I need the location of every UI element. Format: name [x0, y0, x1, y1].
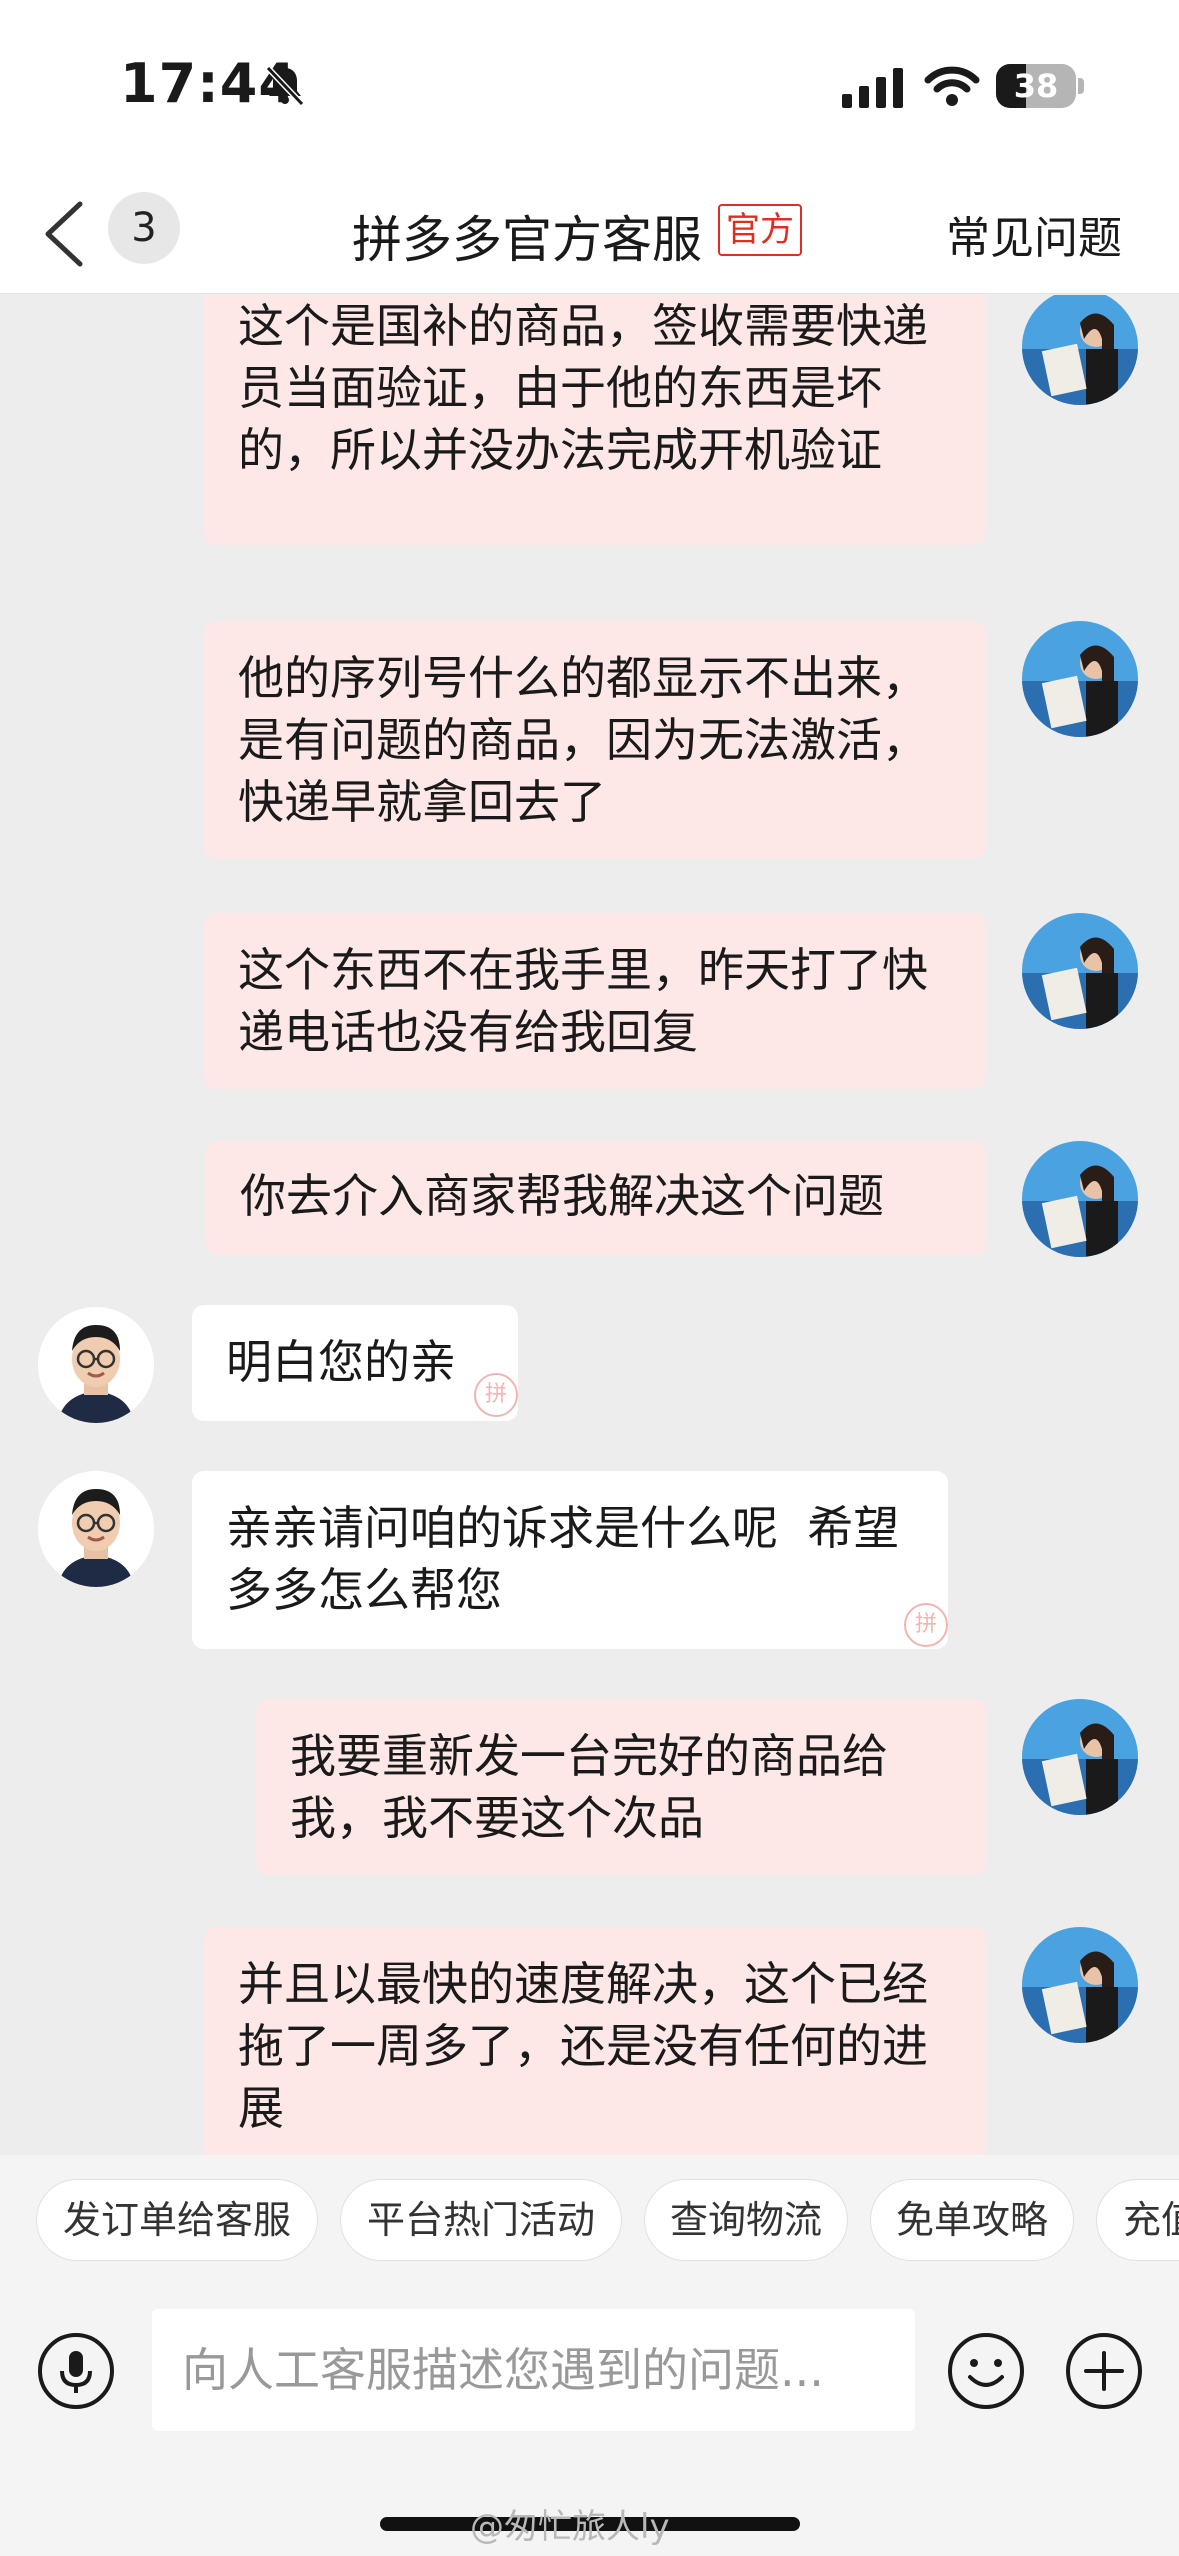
pdd-watermark-icon: 拼 — [904, 1603, 948, 1647]
agent-avatar[interactable] — [38, 1307, 154, 1423]
message-input[interactable]: 向人工客服描述您遇到的问题... — [152, 2309, 915, 2431]
quick-reply-hot-events[interactable]: 平台热门活动 — [340, 2179, 622, 2261]
bell-slash-icon — [265, 65, 305, 107]
quick-reply-top-up[interactable]: 充值 — [1096, 2179, 1179, 2261]
agent-avatar[interactable] — [38, 1471, 154, 1587]
quick-reply-bar: 发订单给客服 平台热门活动 查询物流 免单攻略 充值 — [0, 2155, 1179, 2285]
quick-reply-track-logistics[interactable]: 查询物流 — [644, 2179, 848, 2261]
microphone-icon[interactable] — [36, 2331, 116, 2411]
battery-tip — [1078, 78, 1084, 94]
pdd-watermark-icon: 拼 — [474, 1373, 518, 1417]
status-bar: 17:44 38 — [0, 0, 1179, 172]
wifi-icon — [924, 66, 980, 106]
message-bubble-user[interactable]: 他的序列号什么的都显示不出来，是有问题的商品，因为无法激活，快递早就拿回去了 — [204, 621, 986, 859]
battery-icon: 38 — [996, 64, 1076, 108]
message-bubble-user[interactable]: 这个东西不在我手里，昨天打了快递电话也没有给我回复 — [204, 913, 986, 1089]
faq-link[interactable]: 常见问题 — [946, 202, 1122, 266]
user-avatar[interactable] — [1022, 1141, 1138, 1257]
watermark-text: @匆忙旅人ly — [470, 2507, 670, 2547]
user-avatar[interactable] — [1022, 621, 1138, 737]
unread-count-badge[interactable]: 3 — [108, 192, 180, 264]
quick-reply-free-order-guide[interactable]: 免单攻略 — [870, 2179, 1074, 2261]
message-bubble-user[interactable]: 你去介入商家帮我解决这个问题 — [206, 1141, 986, 1255]
message-bubble-agent[interactable]: 明白您的亲 — [192, 1305, 518, 1421]
user-avatar[interactable] — [1022, 1699, 1138, 1815]
nav-bar: 3 拼多多官方客服 官方 常见问题 — [0, 172, 1179, 294]
official-tag: 官方 — [718, 204, 802, 256]
message-bubble-user[interactable]: 并且以最快的速度解决，这个已经拖了一周多了，还是没有任何的进展 — [204, 1927, 986, 2155]
plus-icon[interactable] — [1064, 2331, 1144, 2411]
page-title: 拼多多官方客服 — [352, 211, 702, 269]
back-arrow-icon[interactable] — [36, 194, 96, 274]
user-avatar[interactable] — [1022, 913, 1138, 1029]
input-bar: 向人工客服描述您遇到的问题... @匆忙旅人ly — [0, 2285, 1179, 2556]
user-avatar[interactable] — [1022, 295, 1138, 405]
user-avatar[interactable] — [1022, 1927, 1138, 2043]
message-bubble-user[interactable]: 我要重新发一台完好的商品给我，我不要这个次品 — [256, 1699, 986, 1875]
cellular-signal-icon — [842, 68, 903, 108]
message-bubble-agent[interactable]: 亲亲请问咱的诉求是什么呢 希望多多怎么帮您 — [192, 1471, 948, 1649]
chat-area[interactable]: 这个是国补的商品，签收需要快递员当面验证，由于他的东西是坏的，所以并没办法完成开… — [0, 295, 1179, 2155]
message-bubble-user[interactable]: 这个是国补的商品，签收需要快递员当面验证，由于他的东西是坏的，所以并没办法完成开… — [204, 295, 986, 545]
emoji-icon[interactable] — [946, 2331, 1026, 2411]
battery-level: 38 — [1013, 67, 1059, 105]
quick-reply-send-order[interactable]: 发订单给客服 — [36, 2179, 318, 2261]
